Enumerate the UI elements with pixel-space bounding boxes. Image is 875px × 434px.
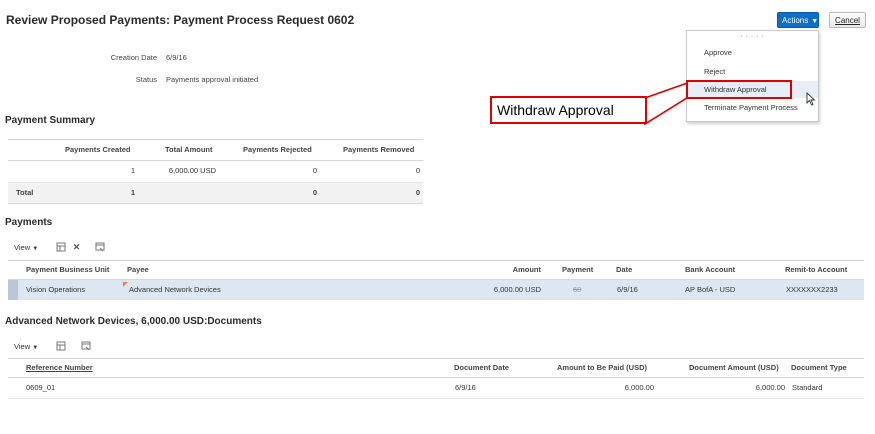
highlight-box	[686, 80, 792, 99]
menu-item-terminate[interactable]: Terminate Payment Process	[687, 99, 818, 116]
menu-item-reject[interactable]: Reject	[687, 63, 818, 80]
actions-dropdown-menu: • • • • • Approve Reject Withdraw Approv…	[686, 30, 819, 122]
callout-label: Withdraw Approval	[490, 96, 647, 124]
menu-item-approve[interactable]: Approve	[687, 44, 818, 61]
cursor-icon	[806, 92, 816, 106]
menu-grip: • • • • •	[740, 34, 765, 40]
